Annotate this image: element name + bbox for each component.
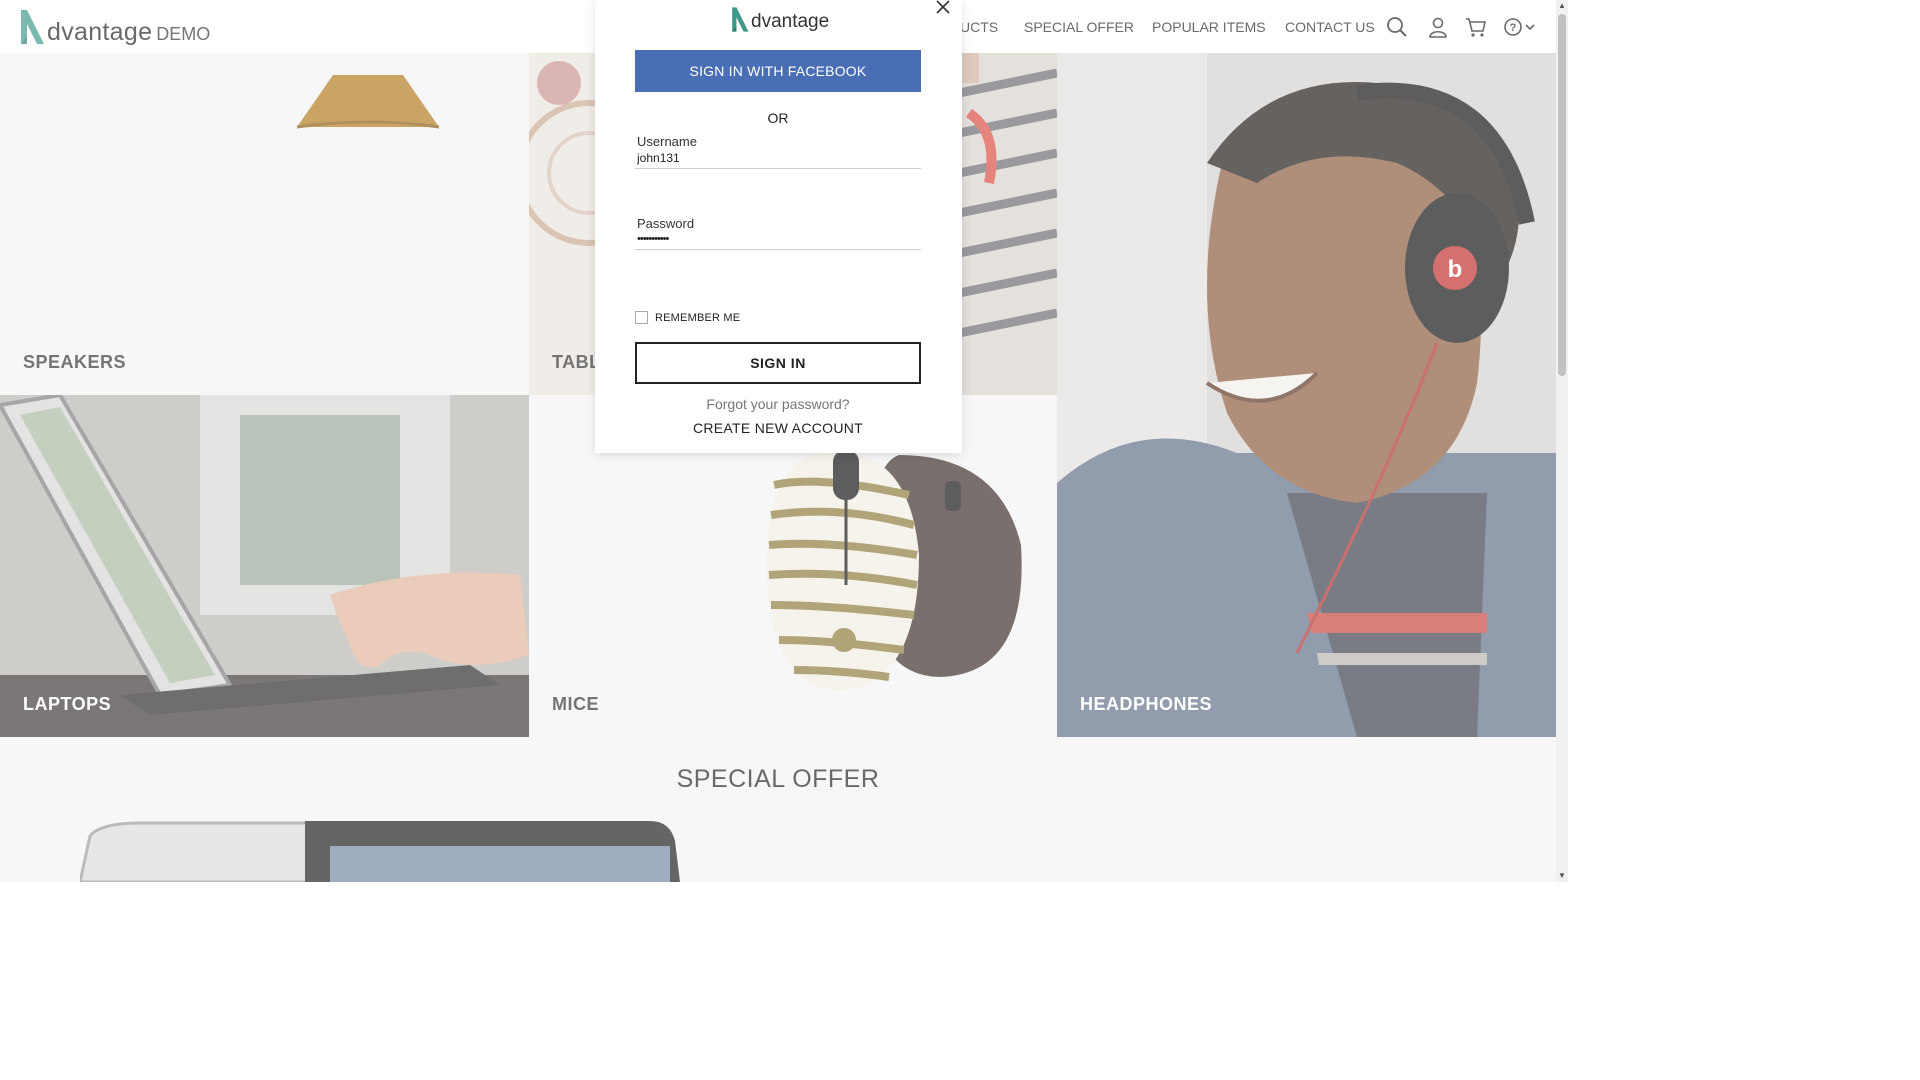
username-underline <box>635 168 921 169</box>
advantage-logo-icon <box>732 7 749 32</box>
remember-me-label[interactable]: REMEMBER ME <box>655 312 740 324</box>
sign-in-button[interactable]: SIGN IN <box>635 342 921 384</box>
or-divider: OR <box>767 110 789 126</box>
create-account-link[interactable]: CREATE NEW ACCOUNT <box>635 420 921 436</box>
username-label: Username <box>637 134 697 149</box>
remember-me-checkbox[interactable] <box>635 311 648 324</box>
password-input[interactable]: ••••••••••• <box>637 233 917 245</box>
scroll-up-arrow[interactable]: ▲ <box>1558 2 1566 10</box>
facebook-signin-button[interactable]: SIGN IN WITH FACEBOOK <box>635 50 921 92</box>
modal-logo: dvantage <box>730 5 829 33</box>
username-input[interactable] <box>637 151 917 165</box>
password-underline <box>635 249 921 250</box>
close-icon[interactable] <box>936 0 950 14</box>
scroll-down-arrow[interactable]: ▼ <box>1558 872 1566 880</box>
password-label: Password <box>637 216 695 231</box>
modal-brand-text: dvantage <box>751 11 830 32</box>
scrollbar-thumb[interactable] <box>1558 14 1566 376</box>
forgot-password-link[interactable]: Forgot your password? <box>635 396 921 412</box>
